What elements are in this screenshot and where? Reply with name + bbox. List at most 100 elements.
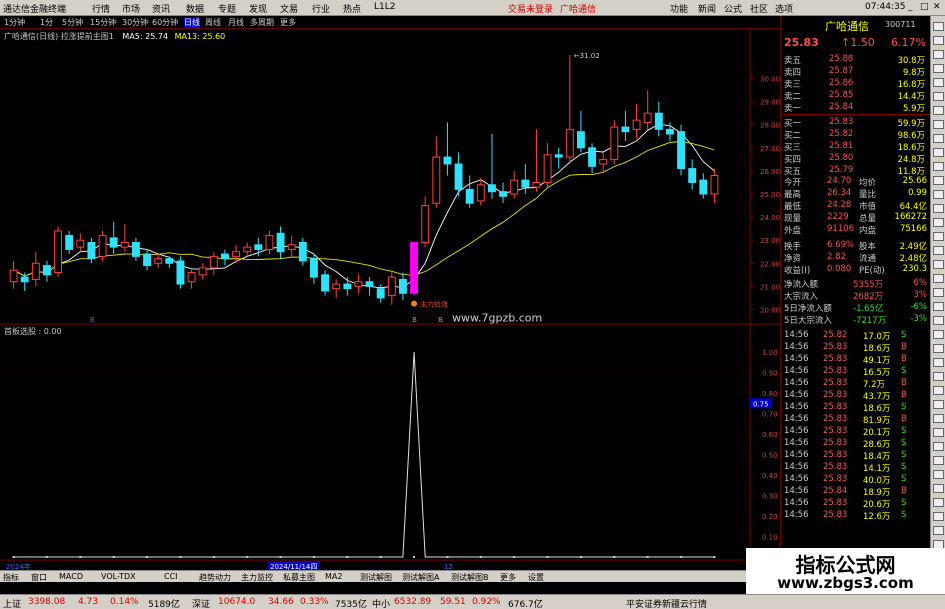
tick-time: 14:56 xyxy=(784,378,809,388)
indicator-tab[interactable]: 私募主图 xyxy=(283,572,315,583)
toolbar-tool-icon[interactable] xyxy=(933,470,944,479)
menu-function[interactable]: 功能 xyxy=(670,2,688,15)
toolbar-tool-icon[interactable] xyxy=(933,526,944,535)
toolbar-tool-icon[interactable] xyxy=(933,274,944,283)
menu-news[interactable]: 资讯 xyxy=(152,2,170,15)
date-label-1: 2024年 xyxy=(6,562,31,570)
trade-status[interactable]: 交易未登录 xyxy=(508,2,553,15)
toolbar-tool-icon[interactable] xyxy=(933,246,944,255)
toolbar-tool-icon[interactable] xyxy=(933,36,944,45)
indicator-tab[interactable]: 测试解图 xyxy=(360,572,392,583)
tf-1m[interactable]: 1分 xyxy=(40,17,53,28)
indicator-tab[interactable]: VOL-TDX xyxy=(101,572,136,581)
toolbar-tool-icon[interactable] xyxy=(933,414,944,423)
tf-60min[interactable]: 60分钟 xyxy=(152,17,178,28)
toolbar-tool-icon[interactable] xyxy=(933,162,944,171)
toolbar-tool-icon[interactable] xyxy=(933,232,944,241)
ma5-line xyxy=(13,123,715,289)
order-book-row[interactable]: 卖五 25.88 30.8万 xyxy=(781,54,931,66)
toolbar-tool-icon[interactable] xyxy=(933,400,944,409)
indicator-dot xyxy=(12,556,15,558)
toolbar-tool-icon[interactable] xyxy=(933,260,944,269)
toolbar-tool-icon[interactable] xyxy=(933,190,944,199)
kline-chart[interactable]: 30.00 29.00 28.00 27.00 26.00 25.00 24.00 23.00… xyxy=(0,29,780,570)
tf-30min[interactable]: 30分钟 xyxy=(122,17,148,28)
toolbar-tool-icon[interactable] xyxy=(933,386,944,395)
indicator-tab[interactable]: CCI xyxy=(164,572,178,581)
toolbar-tool-icon[interactable] xyxy=(933,498,944,507)
toolbar-tool-icon[interactable] xyxy=(933,288,944,297)
indicator-tab[interactable]: 测试解图B xyxy=(451,572,489,583)
order-book-row[interactable]: 卖一 25.84 5.9万 xyxy=(781,102,931,114)
maximize-icon[interactable]: □ xyxy=(920,2,929,12)
toolbar-tool-icon[interactable] xyxy=(933,204,944,213)
indicator-tab[interactable]: 测试解图A xyxy=(402,572,439,583)
toolbar-tool-icon[interactable] xyxy=(933,176,944,185)
order-book-row[interactable]: 买三 25.81 18.6万 xyxy=(781,141,931,153)
indicator-tab[interactable]: 趋势动力 xyxy=(199,572,231,583)
toolbar-tool-icon[interactable] xyxy=(933,120,944,129)
toolbar-tool-icon[interactable] xyxy=(933,344,944,353)
indicator-tab[interactable]: 主力监控 xyxy=(241,572,273,583)
toolbar-tool-icon[interactable] xyxy=(933,134,944,143)
order-book-row[interactable]: 买一 25.83 59.9万 xyxy=(781,117,931,129)
menu-topic[interactable]: 专题 xyxy=(218,2,236,15)
indicator-dot xyxy=(346,556,349,558)
toolbar-tool-icon[interactable] xyxy=(933,372,944,381)
menu-data[interactable]: 数据 xyxy=(186,2,204,15)
ytick-label: 23.00 xyxy=(760,237,780,245)
indicator-tab[interactable]: MA2 xyxy=(325,572,342,581)
order-book-row[interactable]: 卖三 25.86 16.8万 xyxy=(781,78,931,90)
menu-l1l2[interactable]: L1L2 xyxy=(374,2,395,12)
menu-community[interactable]: 社区 xyxy=(750,2,768,15)
order-book-row[interactable]: 买二 25.82 98.6万 xyxy=(781,129,931,141)
order-volume: 30.8万 xyxy=(897,56,925,66)
toolbar-tool-icon[interactable] xyxy=(933,106,944,115)
toolbar-tool-icon[interactable] xyxy=(933,78,944,87)
menu-options[interactable]: 选项 xyxy=(775,2,793,15)
candle-body xyxy=(387,276,396,297)
toolbar-tool-icon[interactable] xyxy=(933,50,944,59)
toolbar-tool-icon[interactable] xyxy=(933,428,944,437)
indicator-tab[interactable]: 窗口 xyxy=(31,572,47,583)
toolbar-tool-icon[interactable] xyxy=(933,22,944,31)
minimize-icon[interactable]: _ xyxy=(908,2,913,12)
indicator-tab[interactable]: 更多 xyxy=(500,572,516,583)
tf-multi[interactable]: 多周期 xyxy=(250,17,274,28)
toolbar-tool-icon[interactable] xyxy=(933,64,944,73)
toolbar-tool-icon[interactable] xyxy=(933,456,944,465)
menu-industry[interactable]: 行业 xyxy=(312,2,330,15)
indicator-tab[interactable]: MACD xyxy=(59,572,83,581)
tf-more[interactable]: 更多 xyxy=(280,17,296,28)
toolbar-tool-icon[interactable] xyxy=(933,148,944,157)
tick-time: 14:56 xyxy=(784,438,809,448)
tf-15min[interactable]: 15分钟 xyxy=(90,17,116,28)
toolbar-tool-icon[interactable] xyxy=(933,330,944,339)
order-book-row[interactable]: 卖四 25.87 9.8万 xyxy=(781,66,931,78)
toolbar-tool-icon[interactable] xyxy=(933,484,944,493)
tf-5min[interactable]: 5分钟 xyxy=(62,17,83,28)
menu-newsfeed[interactable]: 新闻 xyxy=(698,2,716,15)
order-book-row[interactable]: 卖二 25.85 14.4万 xyxy=(781,90,931,102)
toolbar-tool-icon[interactable] xyxy=(933,442,944,451)
menu-discover[interactable]: 发现 xyxy=(249,2,267,15)
menu-formula[interactable]: 公式 xyxy=(724,2,742,15)
toolbar-tool-icon[interactable] xyxy=(933,218,944,227)
tf-monthly[interactable]: 月线 xyxy=(228,17,244,28)
toolbar-tool-icon[interactable] xyxy=(933,92,944,101)
indicator-tab[interactable]: 指标 xyxy=(3,572,19,583)
menu-quotes[interactable]: 行情 xyxy=(92,2,110,15)
tf-weekly[interactable]: 周线 xyxy=(205,17,221,28)
menu-market[interactable]: 市场 xyxy=(122,2,140,15)
toolbar-tool-icon[interactable] xyxy=(933,358,944,367)
tf-daily[interactable]: 日线 xyxy=(184,17,200,28)
menu-hot[interactable]: 热点 xyxy=(343,2,361,15)
order-book-row[interactable]: 买四 25.80 24.8万 xyxy=(781,153,931,165)
menu-text[interactable]: 文易 xyxy=(280,2,298,15)
toolbar-tool-icon[interactable] xyxy=(933,302,944,311)
tf-1min[interactable]: 1分钟 xyxy=(4,17,25,28)
indicator-tab[interactable]: 设置 xyxy=(528,572,544,583)
toolbar-tool-icon[interactable] xyxy=(933,316,944,325)
toolbar-tool-icon[interactable] xyxy=(933,512,944,521)
close-icon[interactable]: ✕ xyxy=(933,2,941,12)
